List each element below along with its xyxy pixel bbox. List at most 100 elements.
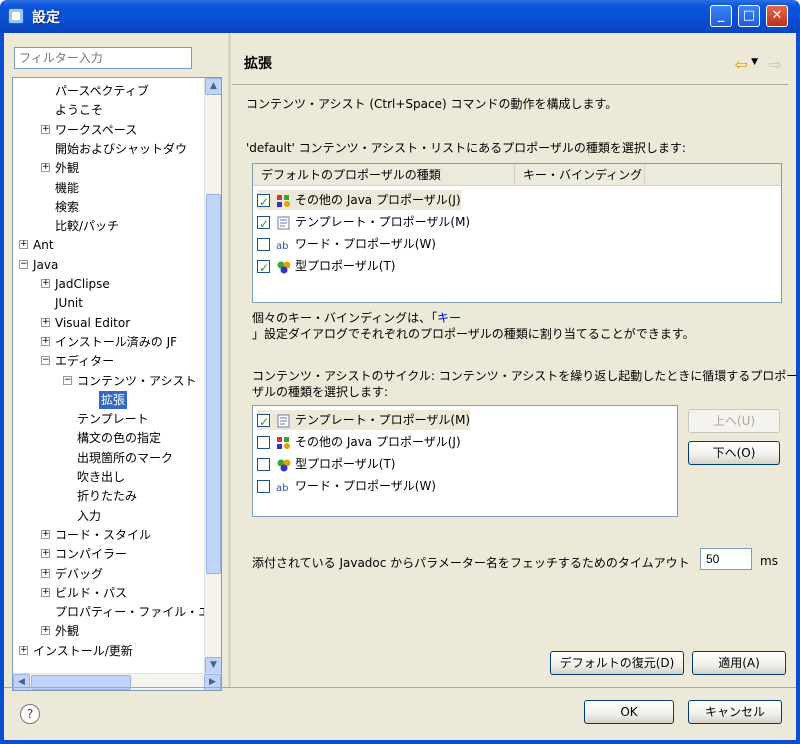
help-icon[interactable]: ? xyxy=(20,704,40,724)
window-icon xyxy=(8,8,24,24)
right-pane: 拡張 ⇦ ▼ ⇨ コンテンツ・アシスト (Ctrl+Space) コマンドの動作… xyxy=(232,33,799,687)
tree-item-label: テンプレート xyxy=(77,412,149,427)
expand-icon[interactable]: + xyxy=(41,549,50,559)
tree-item-label: エディター xyxy=(55,354,115,369)
cycle-proposals-list: テンプレート・プロポーザル(M) その他の Java プロポーザル(J) 型プロポー… xyxy=(252,405,678,517)
cycle-label-line2: ザルの種類を選択します: xyxy=(252,385,389,399)
list-item-label: テンプレート・プロポーザル(M) xyxy=(295,413,471,427)
restore-defaults-button[interactable]: デフォルトの復元(D) xyxy=(550,651,684,675)
history-dropdown-icon[interactable]: ▼ xyxy=(751,57,758,67)
tree-item-label: 構文の色の指定 xyxy=(77,431,162,446)
checkbox[interactable] xyxy=(257,214,270,234)
checkbox[interactable] xyxy=(257,480,270,493)
tree-item-label: ビルド・パス xyxy=(55,585,128,600)
cycle-label-line1: コンテンツ・アシストのサイクル: コンテンツ・アシストを繰り返し起動したときに循… xyxy=(252,369,799,383)
tree-item-label: コンパイラー xyxy=(55,547,128,562)
filter-input[interactable] xyxy=(14,47,192,69)
word-proposal-icon: ab xyxy=(276,238,292,252)
minimize-button[interactable]: _ xyxy=(710,5,732,27)
column-header-key-binding[interactable]: キー・バインディング xyxy=(515,164,645,186)
type-proposal-icon xyxy=(276,458,292,472)
move-down-button[interactable]: 下へ(O) xyxy=(688,441,780,465)
tree-vertical-scrollbar[interactable]: ▲ ▼ xyxy=(204,78,221,674)
list-item[interactable]: ab ワード・プロポーザル(W) xyxy=(257,476,436,496)
page-title: 拡張 xyxy=(244,56,272,72)
tree-item-label: デバッグ xyxy=(55,566,104,581)
svg-text:ab: ab xyxy=(276,483,288,494)
maximize-button[interactable]: □ xyxy=(738,5,760,27)
list-item-label: その他の Java プロポーザル(J) xyxy=(295,193,461,207)
expand-icon[interactable]: + xyxy=(41,279,50,288)
timeout-input[interactable] xyxy=(700,548,752,570)
checkbox[interactable] xyxy=(257,192,270,212)
tree-item-label: コンテンツ・アシスト xyxy=(77,373,197,388)
list-item[interactable]: その他の Java プロポーザル(J) xyxy=(257,432,461,452)
tree-item-label: Visual Editor xyxy=(55,315,131,330)
expand-icon[interactable]: + xyxy=(41,163,50,173)
list-item[interactable]: テンプレート・プロポーザル(M) xyxy=(257,212,471,234)
list-item-label: テンプレート・プロポーザル(M) xyxy=(295,215,471,229)
expand-icon[interactable]: + xyxy=(41,626,50,636)
close-button[interactable]: ✕ xyxy=(766,5,788,27)
expand-icon[interactable]: + xyxy=(41,336,50,346)
expand-icon[interactable]: + xyxy=(41,124,50,134)
pane-splitter[interactable] xyxy=(228,33,231,687)
list-item-label: ワード・プロポーザル(W) xyxy=(295,237,436,251)
tree-item-label: 外観 xyxy=(55,624,80,639)
template-proposal-icon xyxy=(276,414,292,428)
tree-item-label: 入力 xyxy=(77,508,102,523)
list-item[interactable]: テンプレート・プロポーザル(M) xyxy=(257,410,471,432)
checkbox[interactable] xyxy=(257,412,270,432)
keybinding-note-line2: 」設定ダイアログでそれぞれのプロポーザルの種類に割り当てることができます。 xyxy=(252,327,695,341)
tree-item-label: 開始およびシャットダウ xyxy=(55,141,188,156)
tree-item-label: Ant xyxy=(33,238,54,253)
tree-item-label: 比較/パッチ xyxy=(55,219,120,234)
apply-button[interactable]: 適用(A) xyxy=(692,651,786,675)
expand-icon[interactable]: + xyxy=(19,240,28,250)
expand-icon[interactable]: + xyxy=(41,529,50,539)
checkbox[interactable] xyxy=(257,458,270,471)
title-bar: 設定 _ □ ✕ xyxy=(0,0,800,33)
collapse-icon[interactable]: − xyxy=(41,356,50,366)
expand-icon[interactable]: + xyxy=(41,568,50,578)
collapse-icon[interactable]: − xyxy=(63,375,72,385)
tree-item-label: プロパティー・ファイル・エ xyxy=(55,605,211,620)
cancel-button[interactable]: キャンセル xyxy=(688,700,782,724)
left-pane: パースペクティブようこそ+ワークスペース開始およびシャットダウ+外観機能検索比較… xyxy=(4,33,226,691)
intro-text: コンテンツ・アシスト (Ctrl+Space) コマンドの動作を構成します。 xyxy=(246,97,618,111)
checkbox[interactable] xyxy=(257,436,270,449)
timeout-unit: ms xyxy=(760,554,778,568)
scroll-down-arrow-icon[interactable]: ▼ xyxy=(205,657,221,674)
tree-item-label: 機能 xyxy=(55,180,80,195)
expand-icon[interactable]: + xyxy=(41,317,50,327)
ok-button[interactable]: OK xyxy=(584,700,674,724)
timeout-label: 添付されている Javadoc からパラメーター名をフェッチするためのタイムアウ… xyxy=(252,556,690,570)
list-item[interactable]: 型プロポーザル(T) xyxy=(257,256,395,278)
tree-item-label: ワークスペース xyxy=(55,122,138,137)
back-arrow-icon[interactable]: ⇦ xyxy=(735,55,748,74)
column-header-kind[interactable]: デフォルトのプロポーザルの種類 xyxy=(253,164,515,186)
default-proposals-table: デフォルトのプロポーザルの種類 キー・バインディング その他の Java プロポ… xyxy=(252,163,782,303)
window-title: 設定 xyxy=(32,10,60,26)
checkbox[interactable] xyxy=(257,258,270,278)
move-up-button[interactable]: 上へ(U) xyxy=(688,409,780,433)
tree-item-label: 外観 xyxy=(55,161,80,176)
tree-item-label: 吹き出し xyxy=(77,470,126,484)
tree-item-label: 検索 xyxy=(55,199,80,214)
keybinding-note-line1: 個々のキー・バインディングは、「キー xyxy=(252,311,462,325)
checkbox[interactable] xyxy=(257,238,270,251)
list-item-label: その他の Java プロポーザル(J) xyxy=(295,435,461,449)
tree-vertical-scroll-thumb[interactable] xyxy=(206,194,221,574)
other-java-proposal-icon xyxy=(276,436,292,450)
forward-arrow-icon: ⇨ xyxy=(768,55,782,74)
keys-link[interactable]: キー xyxy=(437,311,461,325)
default-proposals-label: 'default' コンテンツ・アシスト・リストにあるプロポーザルの種類を選択し… xyxy=(246,141,686,155)
scroll-up-arrow-icon[interactable]: ▲ xyxy=(205,78,221,95)
expand-icon[interactable]: + xyxy=(41,587,50,597)
list-item[interactable]: 型プロポーザル(T) xyxy=(257,454,395,474)
collapse-icon[interactable]: − xyxy=(19,259,28,269)
list-item[interactable]: ab ワード・プロポーザル(W) xyxy=(257,234,436,254)
tree-item-label: インストール済みの JF xyxy=(55,334,178,349)
list-item[interactable]: その他の Java プロポーザル(J) xyxy=(257,190,461,212)
expand-icon[interactable]: + xyxy=(19,645,28,655)
